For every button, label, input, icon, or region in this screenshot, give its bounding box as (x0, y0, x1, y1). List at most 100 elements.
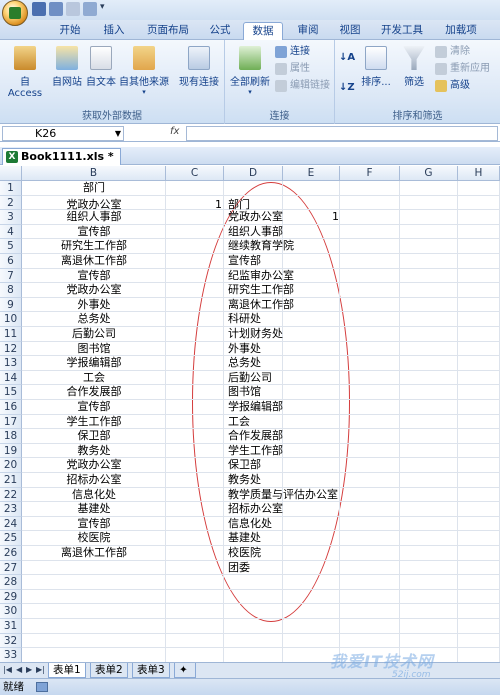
cell-c18[interactable] (168, 429, 222, 444)
cell-c6[interactable] (168, 254, 222, 269)
column-header-d[interactable]: D (224, 166, 283, 181)
customize-qat-icon[interactable]: ▾ (100, 2, 105, 18)
cell-e7[interactable] (283, 269, 339, 284)
cell-b29[interactable] (24, 590, 164, 605)
row-header[interactable]: 15 (0, 385, 22, 400)
cell-e30[interactable] (283, 604, 339, 619)
cell-b22[interactable]: 信息化处 (24, 488, 164, 503)
cell-b13[interactable]: 学报编辑部 (24, 356, 164, 371)
office-button[interactable] (2, 0, 28, 26)
existing-connections-button[interactable]: 现有连接 (176, 46, 222, 88)
from-web-button[interactable]: 自网站 (50, 46, 84, 88)
cell-e32[interactable] (283, 634, 339, 649)
column-header-f[interactable]: F (340, 166, 400, 181)
cell-c16[interactable] (168, 400, 222, 415)
cell-b16[interactable]: 宣传部 (24, 400, 164, 415)
cell-c8[interactable] (168, 283, 222, 298)
cell-c17[interactable] (168, 415, 222, 430)
cell-b20[interactable]: 党政办公室 (24, 458, 164, 473)
cell-c13[interactable] (168, 356, 222, 371)
chevron-down-icon[interactable]: ▼ (115, 127, 121, 140)
redo-icon[interactable] (66, 2, 80, 16)
cell-b24[interactable]: 宣传部 (24, 517, 164, 532)
cell-b33[interactable] (24, 648, 164, 662)
cell-e21[interactable] (283, 473, 339, 488)
cell-c11[interactable] (168, 327, 222, 342)
row-header[interactable]: 12 (0, 341, 22, 357)
column-header-g[interactable]: G (400, 166, 458, 181)
cell-c21[interactable] (168, 473, 222, 488)
cell-c28[interactable] (168, 575, 222, 590)
cell-b9[interactable]: 外事处 (24, 298, 164, 313)
workbook-tab[interactable]: X Book1111.xls * (2, 148, 121, 165)
cell-c25[interactable] (168, 531, 222, 546)
cell-e28[interactable] (283, 575, 339, 590)
row-header[interactable]: 18 (0, 429, 22, 444)
row-header[interactable]: 20 (0, 458, 22, 473)
row-header[interactable]: 9 (0, 297, 22, 313)
insert-function-icon[interactable]: fx (170, 126, 179, 137)
row-header[interactable]: 4 (0, 224, 22, 240)
tab-add-ins[interactable]: 加载项 (438, 22, 484, 40)
cell-c19[interactable] (168, 444, 222, 459)
undo-icon[interactable] (49, 2, 63, 16)
row-header[interactable]: 11 (0, 327, 22, 342)
cell-e3[interactable]: 1 (283, 210, 339, 225)
edit-links-button[interactable]: 编辑链接 (275, 78, 330, 93)
cell-c30[interactable] (168, 604, 222, 619)
cell-b10[interactable]: 总务处 (24, 312, 164, 327)
spreadsheet-grid[interactable]: B C D E F G H 1 部门 2 党政办公室 1 部门 3 组织人事部 党政办公室 1 4 宣传部 组织人事部… (0, 166, 500, 662)
formula-input[interactable] (186, 126, 498, 141)
row-header[interactable]: 17 (0, 414, 22, 430)
next-sheet-icon[interactable]: ▶ (26, 665, 32, 674)
cell-b18[interactable]: 保卫部 (24, 429, 164, 444)
cell-c14[interactable] (168, 371, 222, 386)
cell-b21[interactable]: 招标办公室 (24, 473, 164, 488)
last-sheet-icon[interactable]: ▶| (36, 665, 45, 674)
cell-e15[interactable] (283, 385, 339, 400)
cell-b30[interactable] (24, 604, 164, 619)
cell-c29[interactable] (168, 590, 222, 605)
cell-b19[interactable]: 教务处 (24, 444, 164, 459)
tab-home[interactable]: 开始 (52, 22, 88, 40)
cell-e12[interactable] (283, 342, 339, 357)
row-header[interactable]: 28 (0, 575, 22, 590)
cell-e29[interactable] (283, 590, 339, 605)
row-header[interactable]: 29 (0, 589, 22, 605)
properties-button[interactable]: 属性 (275, 61, 310, 76)
column-header-h[interactable]: H (458, 166, 500, 181)
tab-data[interactable]: 数据 (243, 22, 283, 41)
row-header[interactable]: 7 (0, 268, 22, 284)
cell-e18[interactable] (283, 429, 339, 444)
cell-e5[interactable] (283, 239, 339, 254)
cell-e22[interactable] (283, 488, 339, 503)
cell-e1[interactable] (283, 181, 339, 196)
name-box[interactable]: K26 ▼ (2, 126, 124, 141)
cell-e8[interactable] (283, 283, 339, 298)
cell-c27[interactable] (168, 561, 222, 576)
cell-b15[interactable]: 合作发展部 (24, 385, 164, 400)
cell-c7[interactable] (168, 269, 222, 284)
cell-e17[interactable] (283, 415, 339, 430)
row-header[interactable]: 32 (0, 633, 22, 649)
cell-c15[interactable] (168, 385, 222, 400)
connections-button[interactable]: 连接 (275, 44, 310, 59)
row-header[interactable]: 10 (0, 312, 22, 327)
row-header[interactable]: 19 (0, 443, 22, 459)
row-header[interactable]: 26 (0, 546, 22, 561)
cell-e24[interactable] (283, 517, 339, 532)
cell-e16[interactable] (283, 400, 339, 415)
tab-page-layout[interactable]: 页面布局 (140, 22, 196, 40)
cell-c3[interactable] (168, 210, 222, 225)
cell-c4[interactable] (168, 225, 222, 240)
tab-view[interactable]: 视图 (332, 22, 368, 40)
row-header[interactable]: 6 (0, 254, 22, 269)
cell-b1[interactable]: 部门 (24, 181, 164, 196)
cell-c12[interactable] (168, 342, 222, 357)
prev-sheet-icon[interactable]: ◀ (16, 665, 22, 674)
from-other-sources-button[interactable]: 自其他来源 ▾ (118, 46, 170, 96)
first-sheet-icon[interactable]: |◀ (3, 665, 12, 674)
cell-e6[interactable] (283, 254, 339, 269)
clear-filter-button[interactable]: 清除 (435, 44, 470, 59)
row-header[interactable]: 31 (0, 619, 22, 634)
